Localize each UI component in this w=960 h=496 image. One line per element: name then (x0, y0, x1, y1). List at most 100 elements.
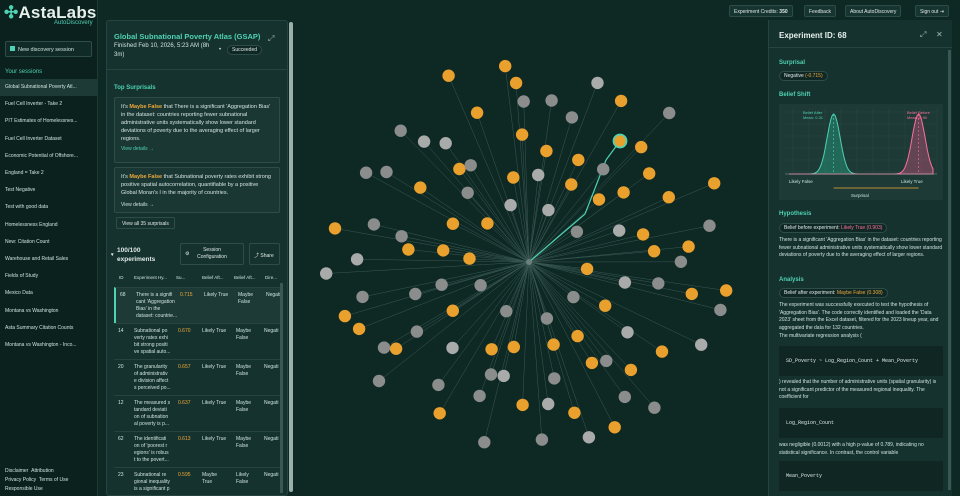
table-row[interactable]: 62 The identificati on of 'poorest r egions… (114, 431, 280, 467)
graph-node[interactable] (565, 111, 579, 124)
graph-node[interactable] (532, 168, 545, 182)
graph-node[interactable] (655, 345, 669, 358)
sidebar-session-item[interactable]: Homelessness England (0, 217, 98, 234)
graph-node[interactable] (380, 165, 393, 179)
disclaimer-link[interactable]: Disclaimer (5, 468, 28, 474)
graph-node[interactable] (597, 163, 610, 176)
table-scrollbar[interactable] (280, 283, 283, 493)
graph-node[interactable] (433, 407, 446, 420)
graph-node[interactable] (548, 372, 561, 385)
sidebar-session-item[interactable]: Asta Summary Citation Counts (0, 320, 98, 337)
sidebar-session-item[interactable]: Fuel Cell Inverter - Take 2 (0, 96, 98, 113)
graph-node[interactable] (359, 166, 373, 179)
graph-node[interactable] (570, 225, 584, 238)
graph-node[interactable] (636, 228, 650, 241)
graph-node[interactable] (580, 262, 594, 276)
feedback-button[interactable]: Feedback (804, 5, 836, 17)
graph-node[interactable] (367, 218, 381, 231)
graph-node[interactable] (410, 325, 424, 338)
graph-node[interactable] (497, 369, 510, 383)
sidebar-session-item[interactable]: Test Negative (0, 182, 98, 199)
graph-node[interactable] (592, 193, 606, 206)
graph-root-node[interactable] (526, 259, 532, 265)
graph-node[interactable] (643, 167, 656, 180)
graph-node[interactable] (350, 253, 364, 266)
share-button[interactable]: ⤴ Share (249, 243, 280, 265)
graph-node[interactable] (389, 342, 403, 355)
view-all-surprisals-button[interactable]: View all 35 surprisals (116, 217, 175, 229)
graph-node[interactable] (591, 76, 604, 90)
graph-node[interactable] (585, 356, 599, 370)
graph-node[interactable] (720, 284, 733, 297)
graph-node[interactable] (499, 59, 512, 73)
graph-node[interactable] (648, 401, 661, 414)
graph-node[interactable] (485, 343, 498, 356)
graph-node[interactable] (617, 186, 630, 199)
sidebar-session-item[interactable]: Fields of Study (0, 268, 98, 285)
chevron-down-icon[interactable]: ▾ (111, 251, 114, 260)
graph-node[interactable] (463, 252, 476, 265)
graph-node[interactable] (473, 389, 486, 403)
graph-node[interactable] (437, 244, 450, 257)
graph-node[interactable] (356, 290, 369, 304)
graph-node[interactable] (540, 144, 553, 158)
graph-node[interactable] (509, 76, 523, 90)
graph-node[interactable] (652, 277, 665, 290)
table-row[interactable]: 20 The granularity of administrativ e divis… (114, 359, 280, 395)
graph-node[interactable] (515, 128, 529, 141)
graph-node[interactable] (571, 329, 584, 343)
view-details-link[interactable]: View details → (121, 201, 273, 209)
graph-node[interactable] (599, 299, 612, 312)
graph-node[interactable] (647, 245, 661, 258)
sidebar-session-item[interactable]: Test with good data (0, 199, 98, 216)
graph-node[interactable] (572, 153, 585, 167)
graph-node[interactable] (608, 421, 621, 434)
graph-node[interactable] (714, 303, 727, 317)
expand-icon[interactable]: ⤢ (920, 30, 926, 40)
graph-node[interactable] (439, 137, 452, 150)
sidebar-session-item[interactable]: England = Take 2 (0, 165, 98, 182)
graph-node[interactable] (394, 124, 407, 137)
graph-node[interactable] (446, 304, 459, 317)
discovery-graph[interactable] (296, 0, 768, 496)
graph-node[interactable] (453, 162, 466, 176)
table-row[interactable]: 14 Subnational po verty rates exhi bit stro… (114, 323, 280, 359)
graph-node[interactable] (338, 309, 352, 323)
graph-node[interactable] (464, 159, 477, 172)
graph-node[interactable] (395, 230, 408, 243)
graph-node[interactable] (442, 69, 455, 82)
close-icon[interactable]: ✕ (936, 30, 943, 39)
graph-node[interactable] (484, 368, 498, 381)
graph-node[interactable] (474, 279, 487, 292)
graph-node[interactable] (481, 217, 494, 230)
graph-node[interactable] (567, 290, 580, 304)
sidebar-session-item[interactable]: Mexico Data (0, 285, 98, 302)
sidebar-session-item[interactable]: Global Subnational Poverty Atl... (0, 79, 98, 96)
graph-node[interactable] (582, 431, 596, 444)
graph-node[interactable] (446, 341, 459, 355)
graph-node[interactable] (414, 181, 427, 194)
graph-node[interactable] (600, 354, 613, 368)
sidebar-session-item[interactable]: Fuel Cell Inverter Dataset (0, 131, 98, 148)
graph-node[interactable] (372, 374, 386, 388)
graph-node[interactable] (461, 186, 474, 199)
graph-node[interactable] (542, 203, 555, 217)
graph-node-selected[interactable] (612, 133, 628, 149)
responsible-use-link[interactable]: Responsible Use (5, 486, 43, 492)
graph-node[interactable] (618, 390, 631, 404)
graph-node[interactable] (663, 106, 676, 120)
view-details-link[interactable]: View details → (121, 145, 273, 153)
graph-node[interactable] (613, 224, 626, 237)
graph-node[interactable] (402, 243, 415, 256)
graph-node[interactable] (377, 341, 391, 354)
graph-node[interactable] (352, 322, 366, 336)
table-row[interactable]: 23 Subnational re gional inequality is a si… (114, 467, 280, 495)
graph-node[interactable] (565, 178, 578, 191)
graph-node[interactable] (507, 171, 520, 184)
graph-node[interactable] (517, 95, 530, 108)
graph-node[interactable] (535, 433, 549, 446)
graph-node[interactable] (545, 94, 558, 107)
graph-node[interactable] (614, 94, 628, 108)
detail-scrollbar[interactable] (948, 50, 951, 490)
surprisal-card-2[interactable]: It's Maybe False that Subnational povert… (114, 167, 280, 213)
